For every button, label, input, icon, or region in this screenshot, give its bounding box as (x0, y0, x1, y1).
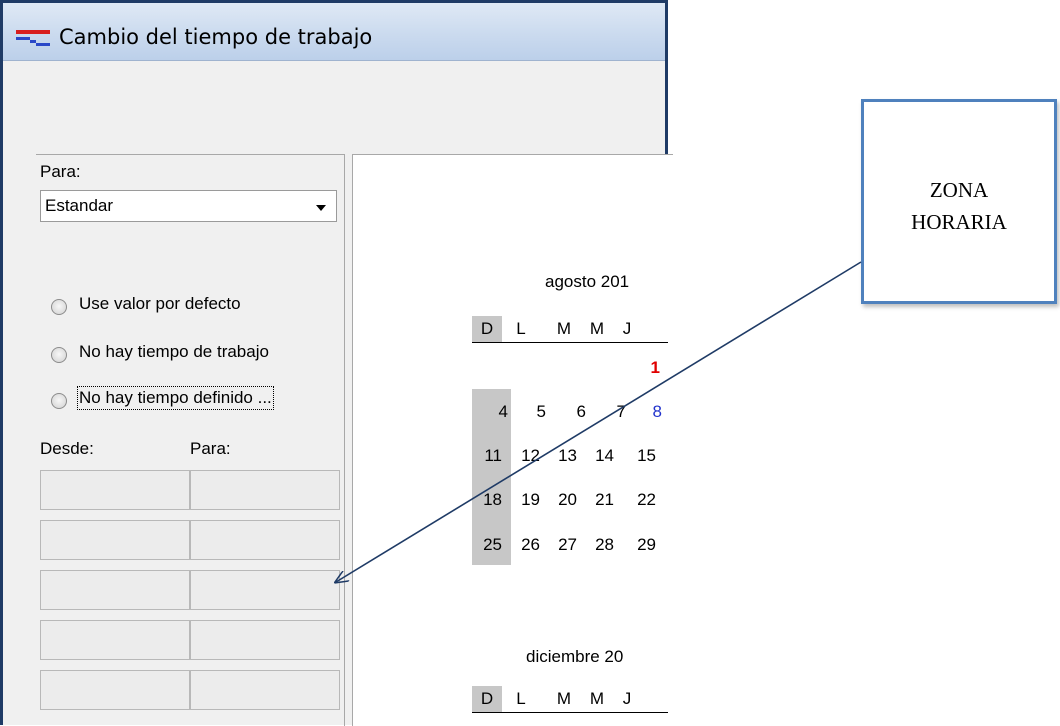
calendar-select-value: Estandar (45, 196, 114, 215)
from-time-cell[interactable] (40, 570, 190, 610)
to-time-cell[interactable] (190, 670, 340, 710)
callout-text: ZONA HORARIA (911, 178, 1007, 234)
calendar-day[interactable]: 8 (632, 402, 662, 422)
weekday-label: M (589, 689, 605, 708)
calendar-day[interactable]: 12 (510, 446, 540, 466)
from-time-cell[interactable] (40, 670, 190, 710)
to-column-header: Para: (190, 439, 231, 458)
weekday-label: M (556, 689, 572, 708)
calendar-day[interactable]: 18 (472, 490, 502, 510)
calendar-day[interactable]: 22 (626, 490, 656, 510)
calendar-day[interactable]: 5 (516, 402, 546, 422)
month-title-august: agosto 201 (545, 272, 630, 291)
radio-label: No hay tiempo definido ... (77, 386, 274, 410)
calendar-day[interactable]: 19 (510, 490, 540, 510)
calendar-day[interactable]: 4 (478, 402, 508, 422)
weekday-label: M (589, 319, 605, 338)
weekday-label: D (472, 316, 502, 342)
calendar-day[interactable]: 27 (547, 535, 577, 555)
callout-box: ZONA HORARIA (861, 99, 1057, 304)
weekday-header: D L M M J (472, 686, 668, 713)
weekday-label: M (556, 319, 572, 338)
calendar-day[interactable]: 6 (556, 402, 586, 422)
weekday-label: J (622, 319, 632, 338)
window-title: Cambio del tiempo de trabajo (59, 25, 373, 49)
to-time-cell[interactable] (190, 520, 340, 560)
radio-label: No hay tiempo de trabajo (79, 342, 269, 361)
weekday-label: D (472, 686, 502, 712)
calendar-day[interactable]: 1 (630, 358, 660, 378)
calendar-day[interactable]: 29 (626, 535, 656, 555)
calendar-day[interactable]: 26 (510, 535, 540, 555)
calendar-day[interactable]: 21 (584, 490, 614, 510)
chevron-down-icon[interactable] (316, 205, 326, 211)
calendar-panel (352, 154, 673, 726)
weekday-header: D L M M J (472, 316, 668, 343)
weekday-label: L (516, 319, 526, 338)
month-title-december: diciembre 20 (526, 647, 624, 666)
calendar-day[interactable]: 28 (584, 535, 614, 555)
for-label: Para: (40, 162, 81, 181)
calendar-select[interactable]: Estandar (40, 190, 337, 222)
to-time-cell[interactable] (190, 470, 340, 510)
calendar-day[interactable]: 11 (472, 446, 502, 466)
from-column-header: Desde: (40, 439, 94, 458)
radio-button[interactable] (51, 347, 67, 363)
weekday-label: L (516, 689, 526, 708)
from-time-cell[interactable] (40, 470, 190, 510)
weekday-label: J (622, 689, 632, 708)
from-time-cell[interactable] (40, 520, 190, 560)
radio-button[interactable] (51, 393, 67, 409)
calendar-day[interactable]: 13 (547, 446, 577, 466)
calendar-day[interactable]: 20 (547, 490, 577, 510)
title-bar[interactable]: Cambio del tiempo de trabajo (3, 3, 665, 61)
to-time-cell[interactable] (190, 570, 340, 610)
calendar-day[interactable]: 14 (584, 446, 614, 466)
to-time-cell[interactable] (190, 620, 340, 660)
radio-label: Use valor por defecto (79, 294, 241, 313)
calendar-day[interactable]: 15 (626, 446, 656, 466)
calendar-day[interactable]: 25 (472, 535, 502, 555)
project-calendar-icon (16, 30, 50, 46)
calendar-day[interactable]: 7 (596, 402, 626, 422)
radio-button[interactable] (51, 299, 67, 315)
from-time-cell[interactable] (40, 620, 190, 660)
